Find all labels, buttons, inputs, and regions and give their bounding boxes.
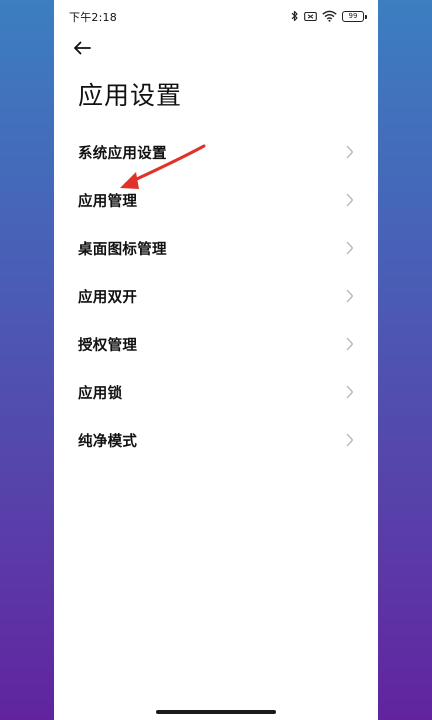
menu-item-label: 系统应用设置: [78, 145, 167, 162]
menu-item-label: 授权管理: [78, 337, 138, 354]
menu-list: 系统应用设置 应用管理 桌面图标管理 应用双开 授权管理 应用锁 纯净模式: [54, 128, 378, 464]
menu-item-dual-apps[interactable]: 应用双开: [54, 272, 378, 320]
home-indicator[interactable]: [156, 710, 276, 714]
chevron-right-icon: [346, 337, 354, 351]
chevron-right-icon: [346, 385, 354, 399]
menu-item-desktop-icon-management[interactable]: 桌面图标管理: [54, 224, 378, 272]
menu-item-label: 应用双开: [78, 289, 138, 306]
chevron-right-icon: [346, 145, 354, 159]
menu-item-label: 应用锁: [78, 385, 123, 402]
back-button[interactable]: [72, 36, 102, 64]
battery-icon: 99: [342, 10, 367, 22]
menu-item-app-lock[interactable]: 应用锁: [54, 368, 378, 416]
page-title: 应用设置: [78, 81, 183, 110]
chevron-right-icon: [346, 193, 354, 207]
menu-item-label: 桌面图标管理: [78, 241, 167, 258]
status-bar: 下午2:18 99: [54, 0, 378, 34]
menu-item-app-management[interactable]: 应用管理: [54, 176, 378, 224]
chevron-right-icon: [346, 433, 354, 447]
menu-item-pure-mode[interactable]: 纯净模式: [54, 416, 378, 464]
arrow-left-icon: [72, 40, 92, 60]
menu-item-system-app-settings[interactable]: 系统应用设置: [54, 128, 378, 176]
menu-item-label: 应用管理: [78, 193, 138, 210]
phone-screen: 下午2:18 99 应用设置 系统应用设置 应用管理 桌面图标管理 应用双开 授…: [54, 0, 378, 720]
status-icons: 99: [291, 9, 367, 23]
bluetooth-icon: [291, 10, 299, 22]
menu-item-permission-management[interactable]: 授权管理: [54, 320, 378, 368]
chevron-right-icon: [346, 289, 354, 303]
chevron-right-icon: [346, 241, 354, 255]
wifi-icon: [322, 10, 337, 22]
battery-saver-icon: [304, 11, 317, 22]
status-time: 下午2:18: [69, 11, 117, 24]
battery-level: 99: [348, 11, 358, 20]
menu-item-label: 纯净模式: [78, 433, 138, 450]
